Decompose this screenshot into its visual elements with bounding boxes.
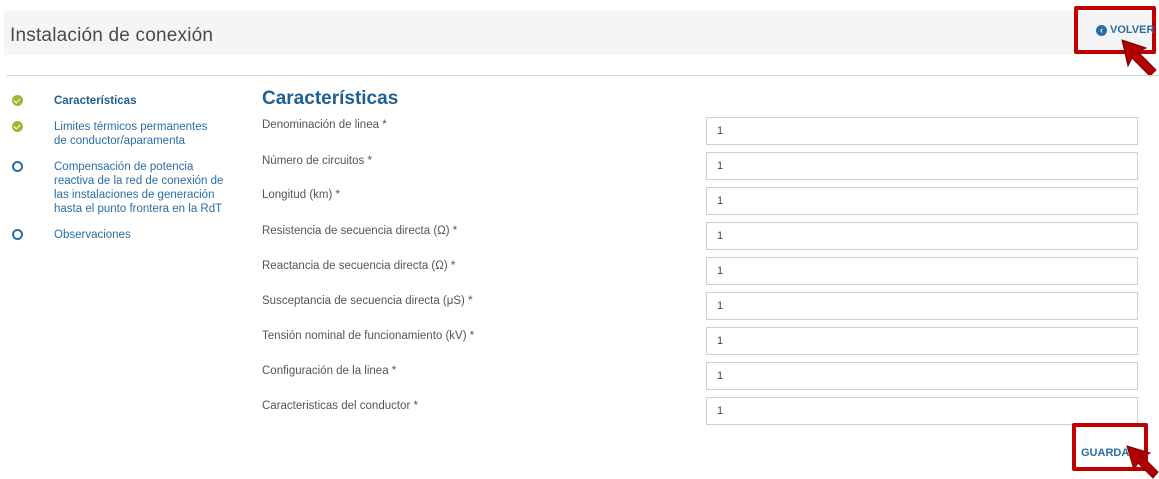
- conductor-input[interactable]: [706, 397, 1138, 425]
- field-label-tension-nominal: Tensión nominal de funcionamiento (kV) *: [262, 330, 475, 342]
- empty-circle-icon: [12, 161, 23, 172]
- field-label-numero-circuitos: Número de circuitos *: [262, 155, 372, 167]
- longitud-input[interactable]: [706, 187, 1138, 215]
- page-title: Instalación de conexión: [10, 25, 214, 46]
- resistencia-input[interactable]: [706, 222, 1138, 250]
- empty-circle-icon: [12, 229, 23, 240]
- sidebar-step-label: Compensación de potencia reactiva de la …: [54, 161, 224, 215]
- denominacion-input[interactable]: [706, 117, 1138, 145]
- check-circle-icon: [12, 121, 23, 132]
- sidebar-step-label: Características: [54, 95, 137, 107]
- tension-nominal-input[interactable]: [706, 327, 1138, 355]
- field-label-susceptancia: Susceptancia de secuencia directa (μS) *: [262, 295, 473, 307]
- field-label-longitud: Longitud (km) *: [262, 189, 340, 201]
- volver-button[interactable]: ‹ VOLVER: [1096, 24, 1154, 36]
- susceptancia-input[interactable]: [706, 292, 1138, 320]
- field-label-configuracion: Configuración de la linea *: [262, 365, 397, 377]
- sidebar-step-compensacion[interactable]: Compensación de potencia reactiva de la …: [10, 160, 240, 216]
- field-label-resistencia: Resistencia de secuencia directa (Ω) *: [262, 225, 458, 237]
- field-label-reactancia: Reactancia de secuencia directa (Ω) *: [262, 260, 456, 272]
- sidebar-step-caracteristicas[interactable]: Características: [10, 94, 240, 108]
- configuracion-input[interactable]: [706, 362, 1138, 390]
- page-header: Instalación de conexión: [4, 11, 1157, 55]
- volver-label: VOLVER: [1110, 24, 1155, 36]
- field-label-denominacion: Denominación de linea *: [262, 119, 387, 131]
- sidebar-step-label: Limites térmicos permanentes de conducto…: [54, 121, 208, 147]
- check-circle-icon: [12, 95, 23, 106]
- form-header: Características: [262, 88, 398, 110]
- cursor-arrow-icon: [1126, 445, 1159, 479]
- arrow-left-circle-icon: ‹: [1096, 24, 1107, 36]
- sidebar-step-observaciones[interactable]: Observaciones: [10, 228, 240, 242]
- numero-circuitos-input[interactable]: [706, 152, 1138, 180]
- steps-sidebar: Características Limites térmicos permane…: [10, 94, 240, 254]
- sidebar-step-label: Observaciones: [54, 229, 131, 241]
- header-divider: [6, 75, 1159, 76]
- section-title: Características: [262, 88, 399, 109]
- reactancia-input[interactable]: [706, 257, 1138, 285]
- sidebar-step-limites-termicos[interactable]: Limites térmicos permanentes de conducto…: [10, 120, 240, 148]
- field-label-conductor: Caracteristicas del conductor *: [262, 400, 418, 412]
- cursor-arrow-icon: [1121, 39, 1157, 77]
